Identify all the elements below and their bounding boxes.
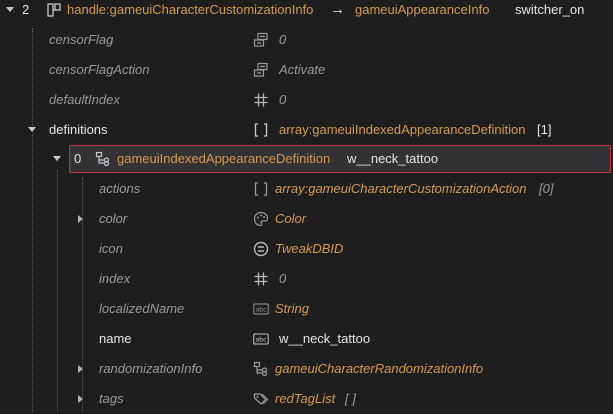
tree-row-handle[interactable]: 2 handle:gameuiCharacterCustomizationInf…: [0, 0, 613, 25]
property-name: color: [99, 211, 128, 226]
property-value: TweakDBID: [275, 241, 344, 256]
array-bracket-icon: [254, 123, 268, 137]
tree-row-icon[interactable]: icon TweakDBID: [0, 234, 613, 264]
array-count: [1]: [537, 122, 552, 137]
tree-row-index[interactable]: index 0: [0, 264, 613, 294]
tree-row-color[interactable]: color Color: [0, 204, 613, 234]
property-name: localizedName: [99, 301, 185, 316]
tree-row-defaultindex[interactable]: defaultIndex 0: [0, 85, 613, 115]
arrow-right-icon: →: [330, 1, 345, 18]
property-name: actions: [99, 181, 141, 196]
property-value: array:gameuiCharacterCustomizationAction: [275, 181, 527, 196]
property-name: tags: [99, 391, 124, 406]
property-name: index: [99, 271, 131, 286]
flags-icon: [253, 62, 268, 77]
target-type: gameuiAppearanceInfo: [355, 2, 490, 17]
property-name: censorFlagAction: [49, 62, 150, 77]
property-value: String: [275, 301, 309, 316]
string-abc-icon: abc: [253, 333, 269, 345]
property-value: 0: [279, 92, 287, 107]
expand-arrow-icon[interactable]: [53, 156, 61, 161]
tree-row-actions[interactable]: actions array:gameuiCharacterCustomizati…: [0, 174, 613, 204]
tree-row-randomizationinfo[interactable]: randomizationInfo gameuiCharacterRandomi…: [0, 354, 613, 384]
array-suffix: [ ]: [345, 391, 356, 406]
row-index: 0: [74, 151, 82, 166]
tree-row-localizedname[interactable]: localizedName abc String: [0, 294, 613, 324]
property-value: gameuiCharacterRandomizationInfo: [275, 361, 484, 376]
tags-icon: [253, 393, 269, 405]
property-value: Color: [275, 211, 307, 226]
handle-link-icon: [47, 3, 61, 17]
expand-arrow-icon[interactable]: [6, 7, 14, 12]
property-value: array:gameuiIndexedAppearanceDefinition: [279, 122, 526, 137]
tree-row-definitions[interactable]: definitions array:gameuiIndexedAppearanc…: [0, 115, 613, 145]
link-icon: [253, 361, 268, 377]
svg-text:abc: abc: [256, 337, 267, 344]
target-name: switcher_on: [515, 2, 585, 17]
tree-row-censorflag[interactable]: censorFlag 0: [0, 25, 613, 55]
hash-icon: [254, 93, 268, 107]
handle-type: handle:gameuiCharacterCustomizationInfo: [67, 2, 314, 17]
struct-node-icon: [95, 151, 110, 167]
palette-icon: [253, 211, 269, 227]
tweakdb-icon: [253, 241, 269, 257]
property-name: defaultIndex: [49, 92, 120, 107]
string-abc-icon: abc: [253, 303, 269, 315]
property-value: redTagList: [275, 391, 336, 406]
property-value: Activate: [279, 62, 326, 77]
tree-row-name[interactable]: name abc w__neck_tattoo: [0, 324, 613, 354]
array-bracket-icon: [254, 182, 268, 196]
property-value: w__neck_tattoo: [279, 331, 371, 346]
hash-icon: [254, 272, 268, 286]
row-index: 2: [22, 2, 30, 17]
tree-row-censorflagaction[interactable]: censorFlagAction Activate: [0, 55, 613, 85]
collapse-arrow-icon[interactable]: [78, 365, 83, 373]
collapse-arrow-icon[interactable]: [78, 215, 83, 223]
expand-arrow-icon[interactable]: [28, 127, 36, 132]
array-count: [0]: [539, 181, 554, 196]
definition-type: gameuiIndexedAppearanceDefinition: [117, 151, 331, 166]
property-name: icon: [99, 241, 123, 256]
property-name: censorFlag: [49, 32, 114, 47]
tree-row-tags[interactable]: tags redTagList [ ]: [0, 384, 613, 414]
collapse-arrow-icon[interactable]: [78, 395, 83, 403]
property-name: randomizationInfo: [99, 361, 203, 376]
property-name: name: [99, 331, 132, 346]
flags-icon: [253, 32, 268, 47]
tree-row-selected-definition[interactable]: 0 gameuiIndexedAppearanceDefinition w__n…: [0, 144, 613, 174]
svg-text:abc: abc: [256, 307, 267, 314]
property-value: 0: [279, 271, 287, 286]
property-value: 0: [279, 32, 287, 47]
property-name: definitions: [49, 122, 108, 137]
definition-name: w__neck_tattoo: [347, 151, 439, 166]
